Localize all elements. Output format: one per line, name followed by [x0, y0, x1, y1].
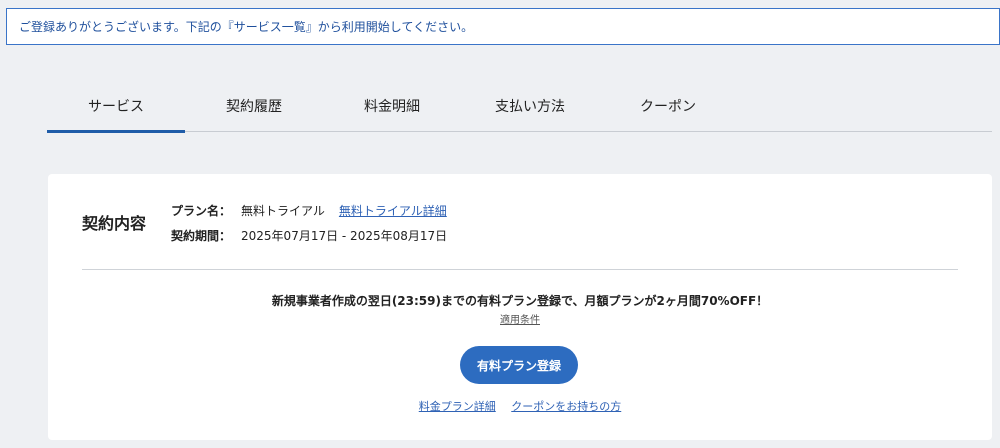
notice-text: ご登録ありがとうございます。下記の『サービス一覧』から利用開始してください。: [19, 20, 474, 34]
tab-bar: サービス 契約履歴 料金明細 支払い方法 クーポン: [47, 82, 992, 133]
contract-title: 契約内容: [82, 214, 147, 233]
promo-text: 新規事業者作成の翌日(23:59)までの有料プラン登録で、月額プランが2ヶ月間7…: [271, 294, 769, 308]
registration-notice-banner: ご登録ありがとうございます。下記の『サービス一覧』から利用開始してください。: [6, 8, 1000, 45]
paid-plan-register-button[interactable]: 有料プラン登録: [460, 346, 578, 384]
free-trial-details-link[interactable]: 無料トライアル詳細: [339, 202, 447, 219]
tab-label: 料金明細: [364, 99, 420, 115]
tab-service[interactable]: サービス: [47, 82, 185, 133]
tab-contract-history[interactable]: 契約履歴: [185, 82, 323, 132]
plan-row: プラン名： 無料トライアル 無料トライアル詳細: [171, 202, 447, 219]
tab-billing-details[interactable]: 料金明細: [323, 82, 461, 132]
tab-coupon[interactable]: クーポン: [599, 82, 737, 132]
bottom-links: 料金プラン詳細 クーポンをお持ちの方: [48, 398, 992, 414]
plan-value: 無料トライアル: [241, 204, 325, 218]
tab-label: サービス: [88, 99, 144, 115]
terms-link[interactable]: 適用条件: [500, 315, 540, 326]
coupon-holder-link[interactable]: クーポンをお持ちの方: [511, 400, 621, 413]
tab-payment-method[interactable]: 支払い方法: [461, 82, 599, 132]
contract-card: 契約内容 プラン名： 無料トライアル 無料トライアル詳細 契約期間： 2025年…: [48, 174, 992, 440]
pricing-details-link[interactable]: 料金プラン詳細: [419, 400, 496, 413]
divider: [82, 269, 958, 270]
plan-label: プラン名：: [171, 204, 232, 218]
tab-label: 支払い方法: [495, 99, 565, 115]
period-label: 契約期間：: [171, 229, 232, 243]
tab-label: クーポン: [640, 99, 696, 115]
period-value: 2025年07月17日 - 2025年08月17日: [241, 229, 448, 243]
period-row: 契約期間： 2025年07月17日 - 2025年08月17日: [171, 227, 461, 244]
tab-label: 契約履歴: [226, 99, 282, 115]
terms-row: 適用条件: [48, 311, 992, 326]
